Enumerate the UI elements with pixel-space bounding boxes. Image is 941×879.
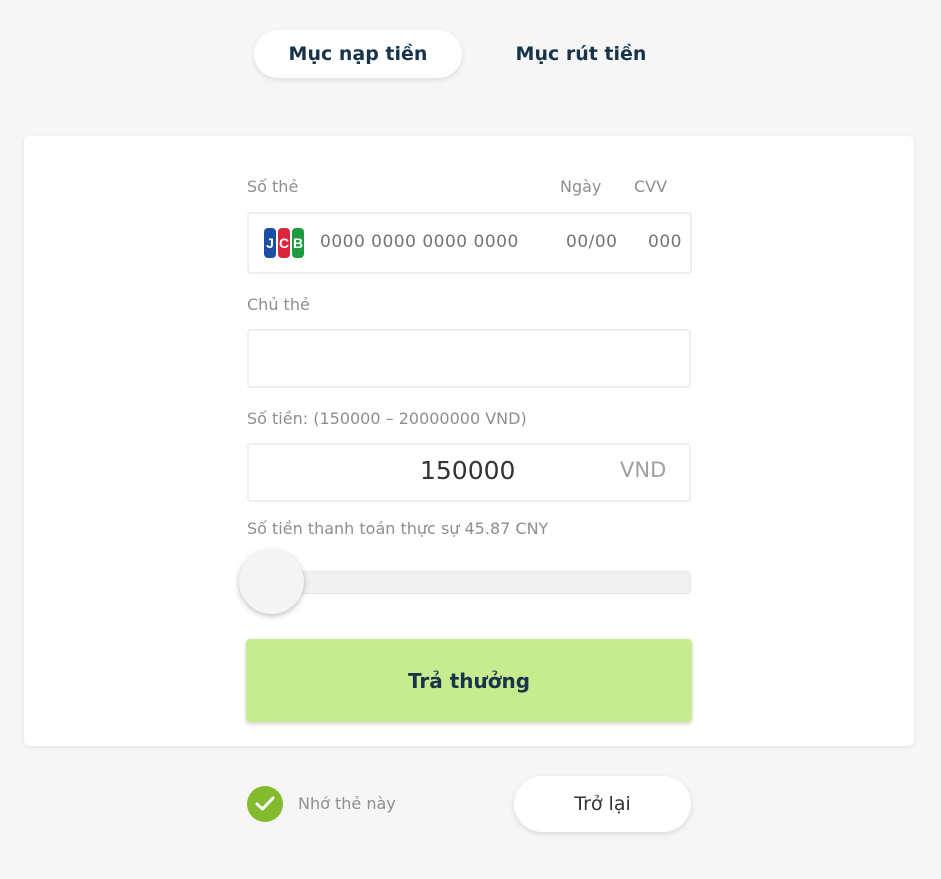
date-label: Ngày [560,177,602,196]
jcb-icon: JCB [264,228,304,258]
amount-value: 150000 [420,456,516,485]
card-number-label: Số thẻ [247,177,299,196]
expiry-date-input[interactable] [566,232,632,252]
card-holder-input[interactable] [247,329,691,388]
card-number-input[interactable] [320,232,556,252]
amount-slider-thumb[interactable] [239,549,304,614]
tab-withdraw[interactable]: Mục rút tiền [490,30,672,78]
cvv-input[interactable] [648,232,690,252]
cvv-label: CVV [634,177,668,196]
amount-slider-track[interactable] [272,571,691,594]
card-holder-label: Chủ thẻ [247,295,310,314]
amount-currency: VND [620,458,667,482]
amount-label: Số tiền: (150000 – 20000000 VND) [247,409,527,428]
remember-card-label[interactable]: Nhớ thẻ này [298,794,396,813]
remember-checkbox[interactable] [247,786,283,822]
submit-button[interactable]: Trả thưởng [246,639,692,722]
actual-payment-text: Số tiền thanh toán thực sự 45.87 CNY [247,519,549,538]
back-button[interactable]: Trở lại [514,776,691,832]
check-icon [255,796,275,811]
tab-deposit[interactable]: Mục nạp tiền [254,30,462,78]
